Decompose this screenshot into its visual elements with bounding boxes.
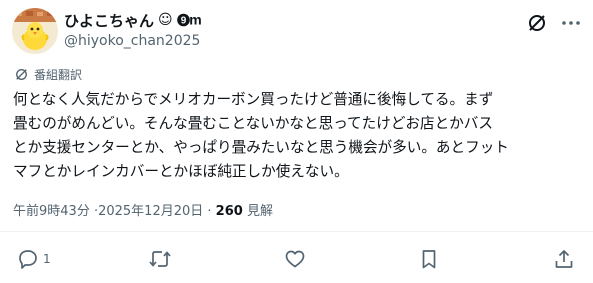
like-icon bbox=[284, 248, 306, 270]
name-emoji: ☺︎ bbox=[158, 12, 173, 28]
post-text-line: 何となく人気だからでメリオカーボン買ったけど普通に後悔してる。まず bbox=[13, 91, 494, 108]
post-date[interactable]: 2025年12月20日 bbox=[98, 204, 203, 219]
bookmark-button[interactable] bbox=[418, 246, 440, 272]
action-bar: 1 bbox=[0, 246, 593, 272]
slash-icon[interactable] bbox=[526, 12, 548, 34]
post-meta: 午前9時43分 ·2025年12月20日 · 260 見解 bbox=[13, 200, 273, 219]
mind-m-badge-icon: 9 m bbox=[176, 13, 201, 27]
like-button[interactable] bbox=[284, 246, 306, 272]
author-handle[interactable]: @hiyoko_chan2025 bbox=[64, 33, 201, 49]
post-text-line: とか支援センターとか、やっぱり畳みたいなと思う機会が多い。あとフット bbox=[13, 139, 509, 156]
svg-text:9: 9 bbox=[180, 16, 186, 27]
more-icon[interactable] bbox=[560, 12, 582, 34]
meta-separator: · bbox=[203, 204, 216, 219]
bookmark-icon bbox=[418, 248, 440, 270]
repost-button[interactable] bbox=[148, 246, 172, 272]
share-icon bbox=[553, 248, 575, 270]
reply-count: 1 bbox=[43, 252, 51, 266]
repost-icon bbox=[148, 248, 172, 270]
divider bbox=[0, 231, 593, 232]
reply-icon bbox=[17, 248, 39, 270]
translate-label[interactable]: 番組翻訳 bbox=[34, 66, 82, 83]
post-header: ひよこちゃん ☺︎ 9 m @hiyoko_chan2025 bbox=[12, 8, 582, 56]
post-text: 何となく人気だからでメリオカーボン買ったけど普通に後悔してる。まず 畳むのがめん… bbox=[13, 88, 583, 184]
chick-avatar-image bbox=[12, 8, 58, 54]
display-name-row[interactable]: ひよこちゃん ☺︎ 9 m bbox=[64, 10, 201, 30]
meta-separator: · bbox=[89, 204, 99, 219]
post-text-line: マフとかレインカバーとかほぼ純正しか使えない。 bbox=[13, 163, 349, 180]
svg-text:m: m bbox=[189, 13, 201, 27]
views-count: 260 bbox=[215, 204, 243, 219]
author-names: ひよこちゃん ☺︎ 9 m @hiyoko_chan2025 bbox=[64, 10, 201, 50]
display-name[interactable]: ひよこちゃん bbox=[64, 10, 154, 31]
translate-icon bbox=[14, 67, 29, 82]
avatar[interactable] bbox=[12, 8, 58, 54]
header-actions bbox=[526, 12, 582, 34]
translate-label-row[interactable]: 番組翻訳 bbox=[14, 65, 82, 83]
share-button[interactable] bbox=[553, 246, 575, 272]
post-text-line: 畳むのがめんどい。そんな畳むことないかなと思ってたけどお店とかバス bbox=[13, 115, 493, 132]
reply-button[interactable]: 1 bbox=[17, 246, 51, 272]
views-label: 見解 bbox=[246, 204, 273, 219]
post-time[interactable]: 午前9時43分 bbox=[13, 204, 90, 219]
